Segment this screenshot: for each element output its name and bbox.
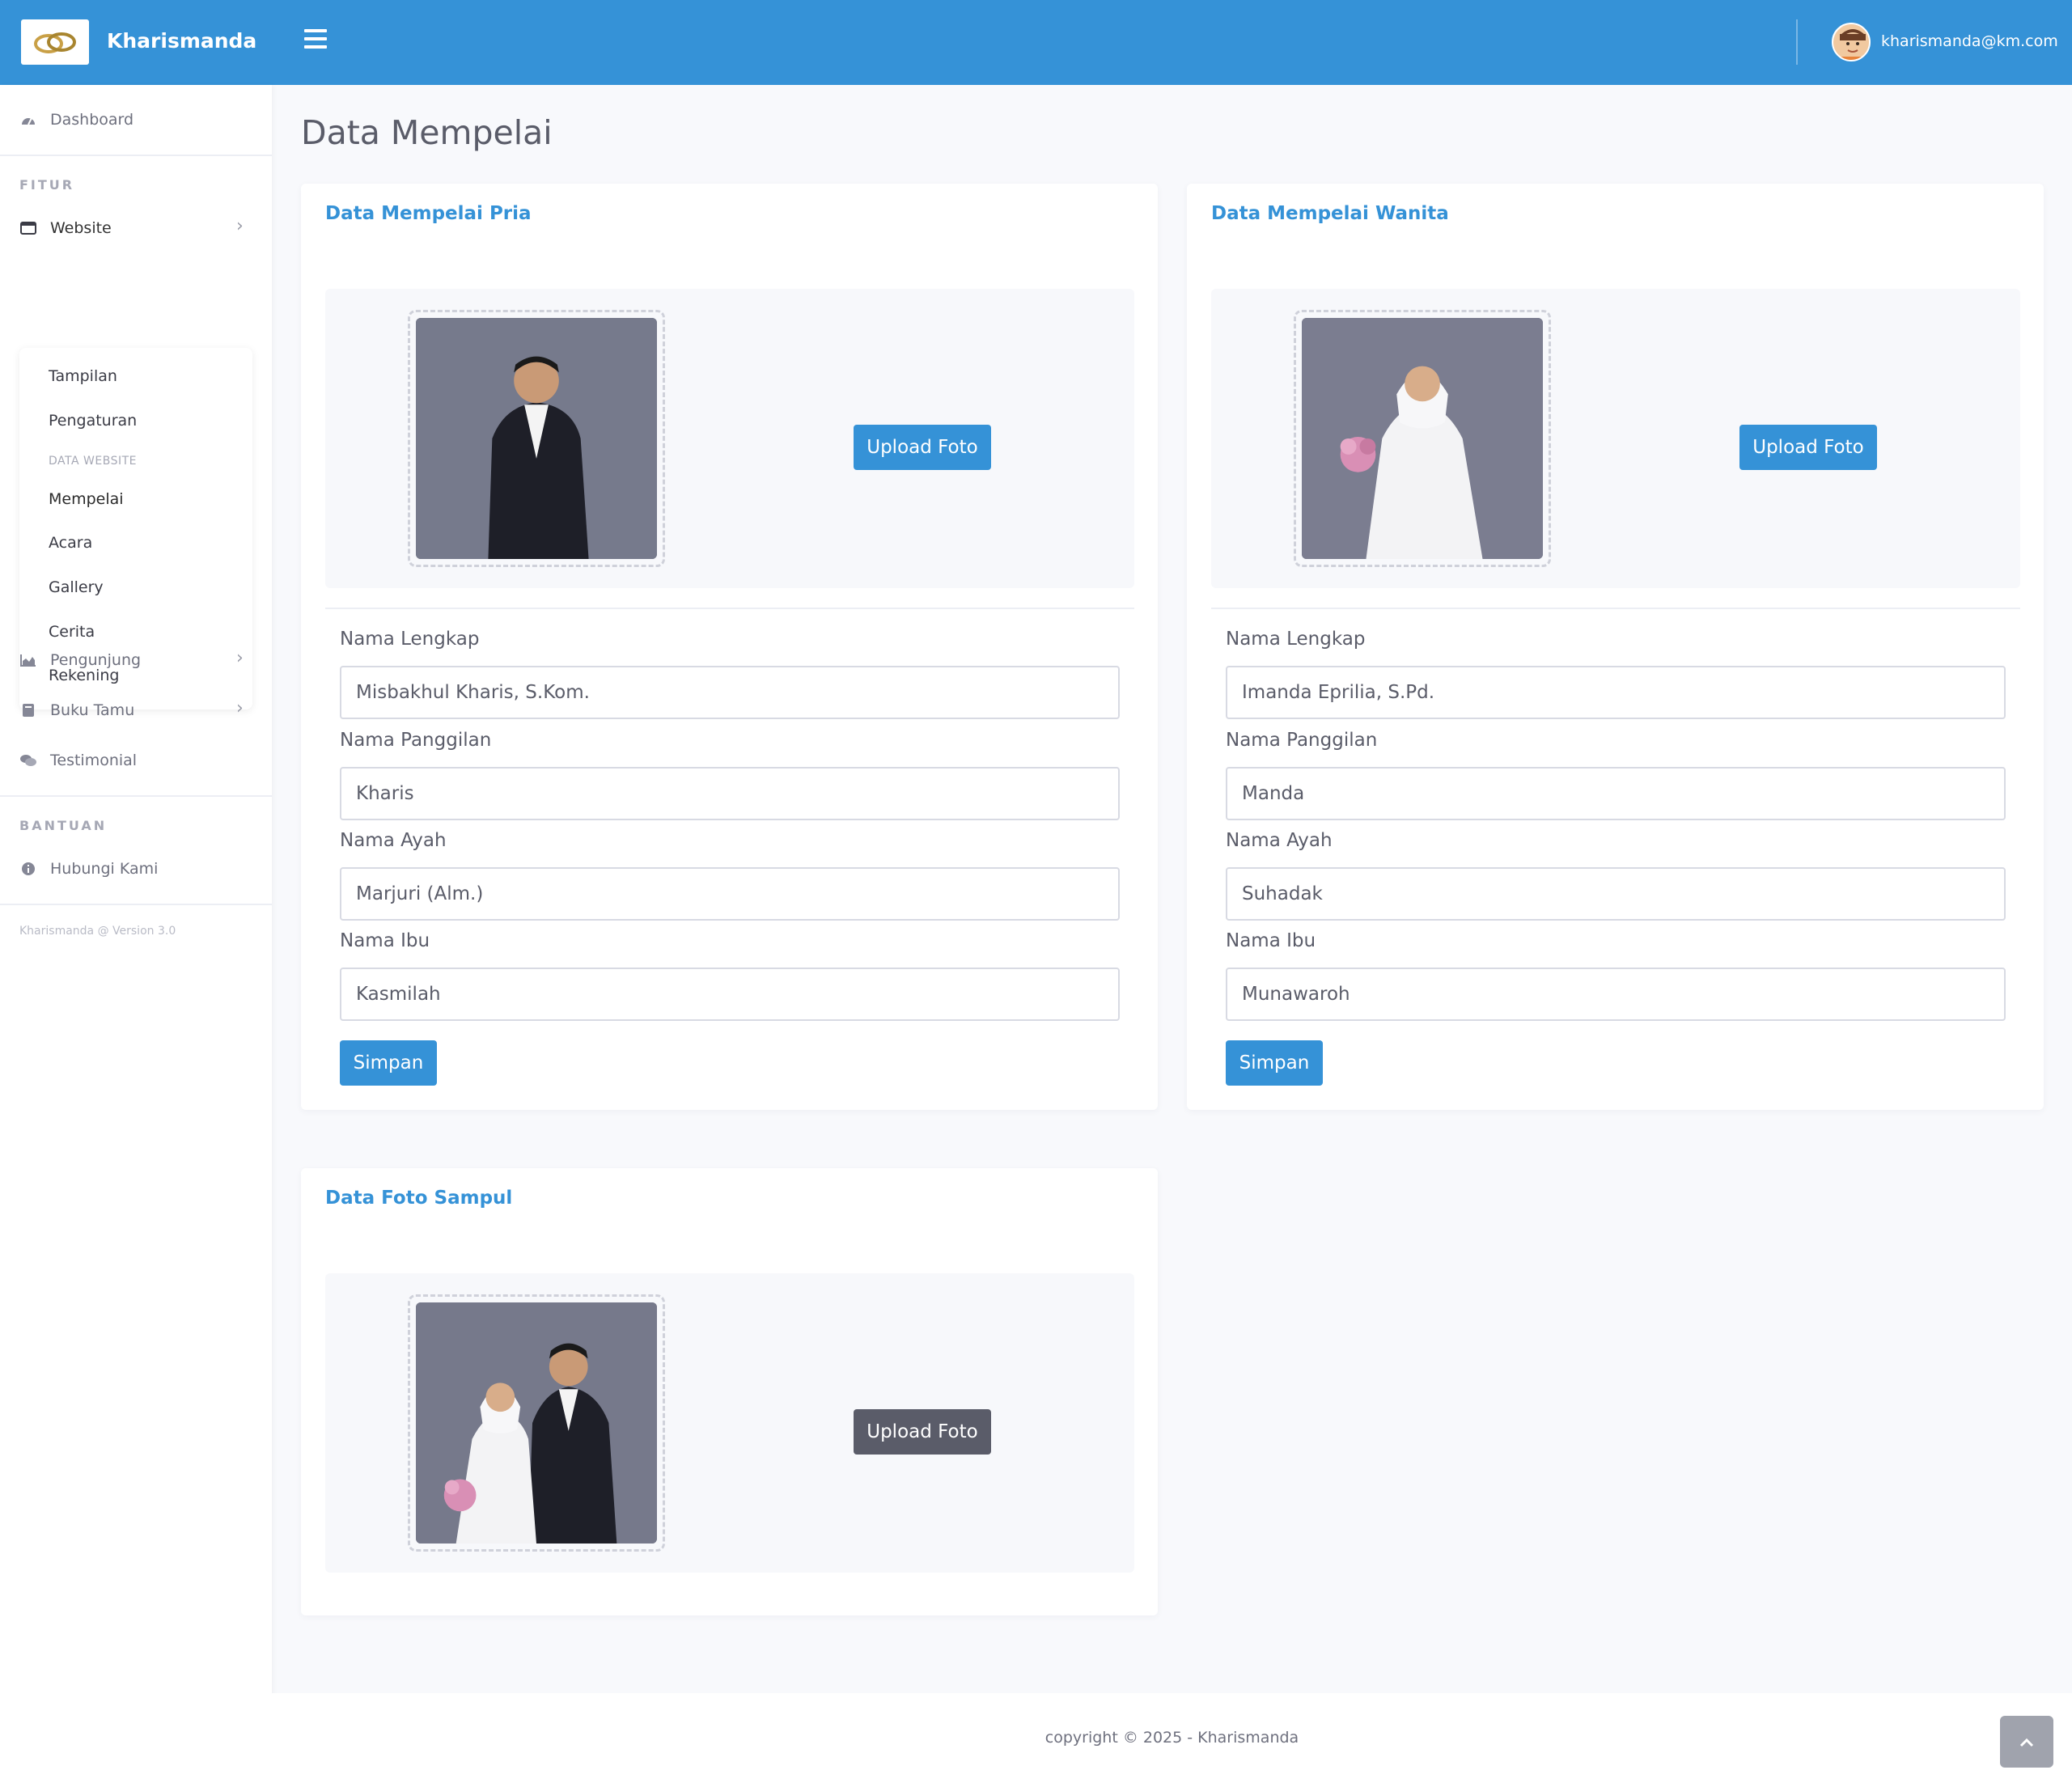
footer: copyright © 2025 - Kharismanda — [272, 1693, 2072, 1787]
topbar: Kharismanda kharismanda@km.com — [0, 0, 2072, 85]
nama-ayah-input[interactable] — [1226, 867, 2006, 921]
nama-ayah-label: Nama Ayah — [340, 830, 447, 851]
chevron-right-icon[interactable]: › — [236, 648, 244, 668]
bride-photo — [1302, 318, 1543, 559]
chevron-right-icon[interactable]: › — [236, 698, 244, 718]
window-icon — [19, 221, 37, 235]
book-icon — [19, 703, 37, 718]
nama-ibu-label: Nama Ibu — [340, 930, 430, 951]
nama-panggilan-input[interactable] — [1226, 767, 2006, 820]
submenu-item-mempelai[interactable]: Mempelai — [49, 490, 124, 508]
comments-icon — [19, 753, 37, 768]
groom-photo — [416, 318, 657, 559]
sidebar-item-buku-tamu[interactable]: Buku Tamu — [19, 701, 134, 719]
submenu-heading: DATA WEBSITE — [49, 455, 137, 468]
user-avatar[interactable] — [1832, 23, 1871, 61]
sidebar-item-hubungi-kami[interactable]: Hubungi Kami — [19, 860, 158, 878]
photo-upload-area: Upload Foto — [325, 1273, 1134, 1573]
brand-name[interactable]: Kharismanda — [107, 29, 256, 53]
photo-upload-area: Upload Foto — [1211, 289, 2020, 588]
submenu-item-acara[interactable]: Acara — [49, 534, 92, 552]
chart-area-icon — [19, 653, 37, 667]
save-button[interactable]: Simpan — [1226, 1040, 1323, 1086]
scroll-to-top-button[interactable] — [2000, 1716, 2053, 1768]
sidebar-item-testimonial[interactable]: Testimonial — [19, 752, 137, 769]
page-title: Data Mempelai — [301, 113, 553, 152]
photo-frame — [408, 310, 665, 567]
sidebar-heading-fitur: FITUR — [19, 177, 75, 193]
user-email[interactable]: kharismanda@km.com — [1881, 32, 2058, 50]
photo-upload-area: Upload Foto — [325, 289, 1134, 588]
sidebar-item-dashboard[interactable]: Dashboard — [19, 111, 133, 129]
sidebar-item-label: Buku Tamu — [50, 701, 135, 719]
submenu-item-rekening[interactable]: Rekening — [49, 667, 119, 684]
topbar-divider — [1796, 19, 1798, 65]
card-mempelai-pria: Data Mempelai Pria Upload Foto Nama Leng… — [301, 184, 1158, 1110]
sidebar: Dashboard FITUR Website › Tampilan Penga… — [0, 85, 272, 1787]
info-circle-icon — [19, 862, 37, 876]
nama-panggilan-input[interactable] — [340, 767, 1120, 820]
nama-lengkap-label: Nama Lengkap — [340, 629, 480, 650]
sidebar-item-label: Testimonial — [50, 752, 138, 769]
hamburger-menu-icon[interactable] — [304, 29, 327, 53]
version-text: Kharismanda @ Version 3.0 — [19, 925, 176, 938]
card-foto-sampul: Data Foto Sampul Upload Foto — [301, 1168, 1158, 1615]
sidebar-divider — [0, 155, 272, 156]
sidebar-heading-bantuan: BANTUAN — [19, 818, 108, 833]
nama-ibu-input[interactable] — [1226, 968, 2006, 1021]
sidebar-item-label: Dashboard — [50, 111, 134, 129]
nama-lengkap-input[interactable] — [1226, 666, 2006, 719]
photo-frame — [408, 1294, 665, 1552]
nama-ibu-input[interactable] — [340, 968, 1120, 1021]
photo-frame — [1294, 310, 1551, 567]
chevron-right-icon[interactable]: › — [236, 216, 244, 236]
sidebar-item-label: Pengunjung — [50, 651, 142, 669]
card-mempelai-wanita: Data Mempelai Wanita Upload Foto Nama Le… — [1187, 184, 2044, 1110]
submenu-item-cerita[interactable]: Cerita — [49, 623, 95, 641]
nama-ibu-label: Nama Ibu — [1226, 930, 1316, 951]
submenu-item-tampilan[interactable]: Tampilan — [49, 367, 117, 385]
card-title: Data Mempelai Pria — [325, 203, 532, 224]
nama-lengkap-label: Nama Lengkap — [1226, 629, 1366, 650]
sidebar-item-pengunjung[interactable]: Pengunjung — [19, 651, 141, 669]
nama-panggilan-label: Nama Panggilan — [340, 730, 492, 751]
upload-photo-button[interactable]: Upload Foto — [854, 1409, 991, 1455]
upload-photo-button[interactable]: Upload Foto — [854, 425, 991, 470]
nama-ayah-label: Nama Ayah — [1226, 830, 1333, 851]
sidebar-divider — [0, 904, 272, 905]
sidebar-item-label: Website — [50, 219, 112, 237]
submenu-item-gallery[interactable]: Gallery — [49, 578, 104, 596]
cover-photo — [416, 1302, 657, 1544]
nama-panggilan-label: Nama Panggilan — [1226, 730, 1378, 751]
nama-ayah-input[interactable] — [340, 867, 1120, 921]
sidebar-divider — [0, 795, 272, 797]
divider — [1211, 608, 2020, 609]
sidebar-item-label: Hubungi Kami — [50, 860, 159, 878]
submenu-item-pengaturan[interactable]: Pengaturan — [49, 412, 137, 430]
divider — [325, 608, 1134, 609]
save-button[interactable]: Simpan — [340, 1040, 437, 1086]
card-title: Data Foto Sampul — [325, 1188, 513, 1209]
tachometer-icon — [19, 112, 37, 127]
nama-lengkap-input[interactable] — [340, 666, 1120, 719]
copyright-text: copyright © 2025 - Kharismanda — [1044, 1729, 1299, 1747]
rings-logo-icon[interactable] — [21, 19, 89, 65]
sidebar-item-website[interactable]: Website — [19, 219, 112, 237]
upload-photo-button[interactable]: Upload Foto — [1739, 425, 1877, 470]
card-title: Data Mempelai Wanita — [1211, 203, 1449, 224]
chevron-up-icon — [2019, 1732, 2034, 1752]
